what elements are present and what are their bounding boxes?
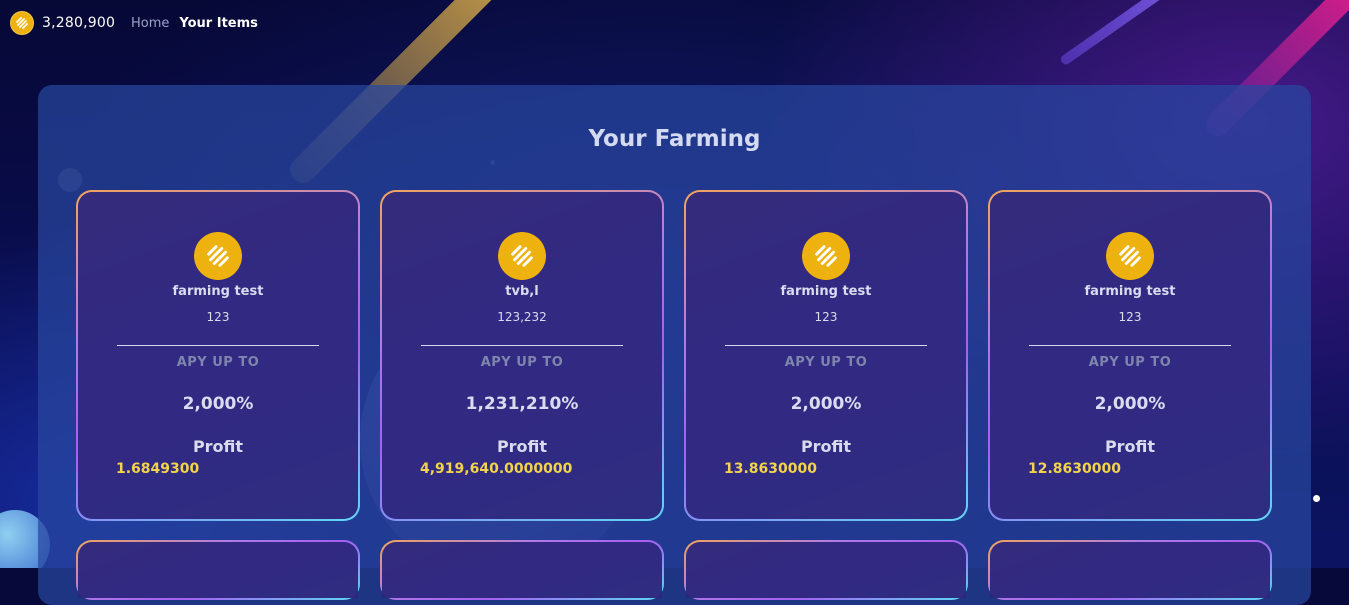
balance-display: 3,280,900 [10,11,115,35]
balance-value: 3,280,900 [42,15,116,31]
profit-value: 13.8630000 [724,461,817,477]
farm-amount: 123 [1118,310,1142,324]
profit-value: 12.8630000 [1028,461,1121,477]
nav-home-link[interactable]: Home [131,16,169,31]
farm-name: farming test [780,284,872,299]
divider [725,345,927,346]
nav-your-items-link[interactable]: Your Items [179,16,258,31]
page-title: Your Farming [588,126,761,152]
farming-card[interactable]: farming test 123 APY UP TO 2,000% Profit… [76,190,360,521]
top-bar: 3,280,900 Home Your Items [0,0,1349,48]
apy-value: 2,000% [182,394,254,414]
coin-icon [194,232,242,280]
divider [421,345,623,346]
apy-label: APY UP TO [784,355,868,370]
apy-label: APY UP TO [1088,355,1172,370]
apy-label: APY UP TO [176,355,260,370]
farming-card-partial[interactable] [76,540,360,600]
divider [117,345,319,346]
farm-name: tvb,l [505,284,539,299]
profit-label: Profit [496,437,548,456]
profit-label: Profit [1104,437,1156,456]
farming-card-partial[interactable] [684,540,968,600]
apy-value: 1,231,210% [465,394,579,414]
profit-value: 1.6849300 [116,461,200,477]
profit-label: Profit [192,437,244,456]
profit-value: 4,919,640.0000000 [420,461,573,477]
farm-name: farming test [172,284,264,299]
farm-name: farming test [1084,284,1176,299]
coin-icon [498,232,546,280]
farming-card[interactable]: tvb,l 123,232 APY UP TO 1,231,210% Profi… [380,190,664,521]
coin-icon [10,11,34,35]
divider [1029,345,1231,346]
farming-card-partial[interactable] [380,540,664,600]
decorative-star [1313,495,1320,502]
farm-amount: 123,232 [497,310,547,324]
coin-icon [802,232,850,280]
apy-value: 2,000% [1094,394,1166,414]
farming-card[interactable]: farming test 123 APY UP TO 2,000% Profit… [684,190,968,521]
farming-card-partial[interactable] [988,540,1272,600]
apy-value: 2,000% [790,394,862,414]
farming-card[interactable]: farming test 123 APY UP TO 2,000% Profit… [988,190,1272,521]
profit-label: Profit [800,437,852,456]
farm-amount: 123 [814,310,838,324]
main-nav: Home Your Items [131,16,258,31]
apy-label: APY UP TO [480,355,564,370]
coin-icon [1106,232,1154,280]
farm-amount: 123 [206,310,230,324]
